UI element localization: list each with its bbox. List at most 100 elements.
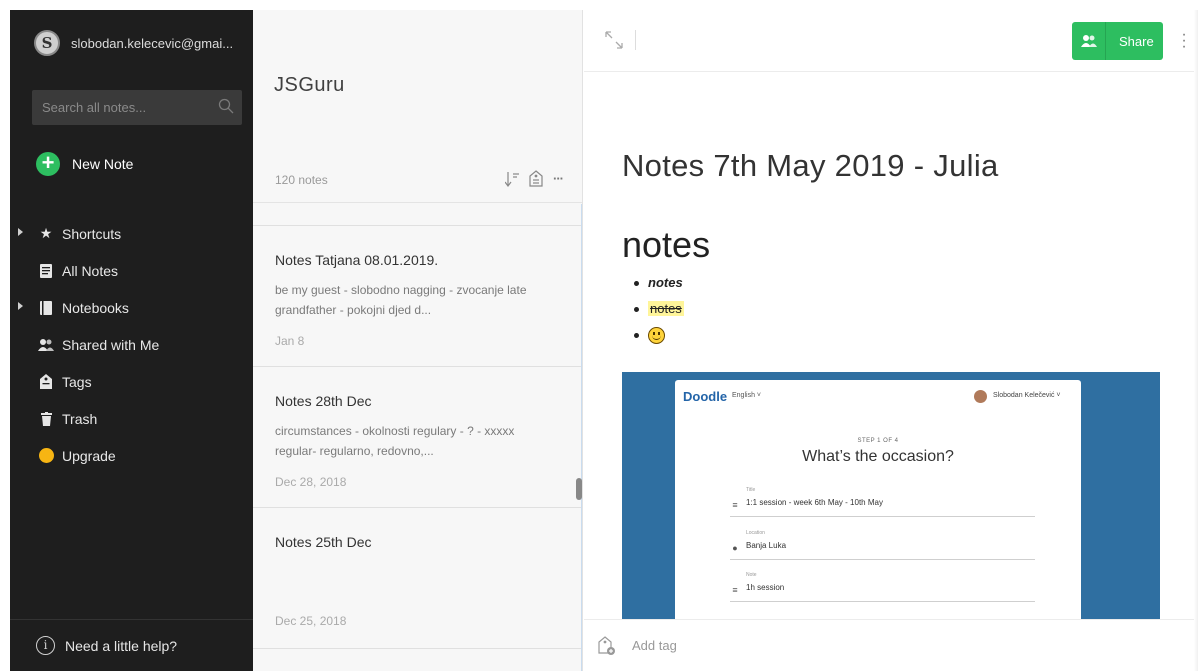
note-card-title: Notes 28th Dec xyxy=(275,393,372,409)
sort-icon[interactable] xyxy=(505,171,519,187)
account-menu[interactable]: S slobodan.kelecevic@gmai... xyxy=(34,30,233,56)
help-label: Need a little help? xyxy=(65,637,178,654)
doodle-question: What’s the occasion? xyxy=(802,448,954,465)
bullet-item[interactable]: notes xyxy=(634,298,684,324)
note-card[interactable]: Notes Tatjana 08.01.2019. be my guest - … xyxy=(253,225,581,367)
sidebar-item-all-notes[interactable]: All Notes xyxy=(10,252,253,289)
editor-edge-shadow xyxy=(1194,10,1198,671)
sidebar-item-label: Shared with Me xyxy=(62,336,160,353)
help-button[interactable]: i Need a little help? xyxy=(10,619,253,671)
search-placeholder: Search all notes... xyxy=(42,100,147,115)
doodle-note-field: ≡ Note 1h session xyxy=(730,572,1035,602)
sidebar-item-label: Tags xyxy=(62,373,92,390)
bullet-text-bold-italic: notes xyxy=(648,275,683,290)
info-icon: i xyxy=(36,636,55,655)
star-icon: ★ xyxy=(39,225,53,241)
bullet-text-strikethrough-highlight: notes xyxy=(648,301,684,316)
embedded-screenshot[interactable]: Doodle English ˅ Slobodan Kelečević ˅ ST… xyxy=(622,372,1160,619)
toolbar-divider xyxy=(635,30,636,50)
note-editor: Share · · · Notes 7th May 2019 - Julia not… xyxy=(584,10,1198,671)
note-card-date: Dec 28, 2018 xyxy=(275,475,347,489)
sidebar-nav: ★ Shortcuts All Notes Notebooks Shared w… xyxy=(10,215,253,474)
sidebar-item-label: All Notes xyxy=(62,262,119,279)
trash-icon xyxy=(38,411,54,427)
sidebar-item-shared[interactable]: Shared with Me xyxy=(10,326,253,363)
doodle-field-label: Location xyxy=(746,530,765,536)
smiley-emoji-icon xyxy=(648,327,665,344)
scrollbar-thumb[interactable] xyxy=(576,478,582,500)
doodle-location-field: ● Location Banja Luka xyxy=(730,530,1035,560)
more-options-icon[interactable]: ··· xyxy=(553,171,564,186)
doodle-field-value: 1:1 session - week 6th May - 10th May xyxy=(746,498,883,507)
note-icon xyxy=(38,263,54,279)
bullet-item[interactable]: notes xyxy=(634,272,684,298)
sidebar-item-upgrade[interactable]: Upgrade xyxy=(10,437,253,474)
note-card-date: Jan 8 xyxy=(275,334,305,348)
share-people-icon xyxy=(1072,22,1106,60)
note-card-title: Notes 25th Dec xyxy=(275,534,372,550)
list-selection-line xyxy=(581,204,582,671)
note-lines-icon: ≡ xyxy=(732,585,738,595)
share-button[interactable]: Share xyxy=(1072,22,1163,60)
sidebar-item-shortcuts[interactable]: ★ Shortcuts xyxy=(10,215,253,252)
sidebar: S slobodan.kelecevic@gmai... Search all … xyxy=(10,10,253,671)
expand-arrow-icon[interactable] xyxy=(18,302,23,310)
new-note-button[interactable]: + New Note xyxy=(36,152,133,176)
divider xyxy=(253,202,582,203)
tag-filter-icon[interactable] xyxy=(529,170,543,187)
account-avatar-icon: S xyxy=(34,30,60,56)
upgrade-icon xyxy=(38,448,54,464)
note-heading[interactable]: notes xyxy=(622,224,710,266)
more-options-icon[interactable]: ··· xyxy=(1180,27,1188,55)
expand-arrow-icon[interactable] xyxy=(18,228,23,236)
note-card-date: Dec 25, 2018 xyxy=(275,614,347,628)
notebook-title: JSGuru xyxy=(274,74,345,96)
doodle-field-value: 1h session xyxy=(746,583,785,592)
new-note-label: New Note xyxy=(72,156,134,172)
doodle-user-avatar xyxy=(974,390,987,403)
list-toolbar: ··· xyxy=(505,170,564,187)
doodle-language: English ˅ xyxy=(732,392,761,399)
doodle-logo: Doodle xyxy=(683,389,728,404)
note-card-title: Notes Tatjana 08.01.2019. xyxy=(275,252,439,268)
sidebar-item-notebooks[interactable]: Notebooks xyxy=(10,289,253,326)
note-card[interactable]: Notes 25th Dec Dec 25, 2018 xyxy=(253,507,581,649)
doodle-user-name: Slobodan Kelečević ˅ xyxy=(993,392,1061,399)
doodle-title-field: ≡ Title 1:1 session - week 6th May - 10t… xyxy=(730,487,1035,517)
tag-bar[interactable]: Add tag xyxy=(584,619,1198,671)
tag-icon xyxy=(38,374,54,390)
note-title[interactable]: Notes 7th May 2019 - Julia xyxy=(622,148,999,184)
add-tag-icon[interactable] xyxy=(598,635,616,656)
title-lines-icon: ≡ xyxy=(732,500,738,510)
note-card-snippet: circumstances - okolnosti regulary - ? -… xyxy=(275,424,515,458)
note-bullet-list[interactable]: notes notes xyxy=(634,272,684,350)
sidebar-item-label: Notebooks xyxy=(62,299,129,316)
account-email: slobodan.kelecevic@gmai... xyxy=(71,35,234,51)
sidebar-item-trash[interactable]: Trash xyxy=(10,400,253,437)
sidebar-item-label: Upgrade xyxy=(62,447,116,464)
people-icon xyxy=(38,337,54,353)
editor-toolbar: Share · · · xyxy=(584,10,1198,72)
doodle-card: Doodle English ˅ Slobodan Kelečević ˅ ST… xyxy=(675,380,1081,619)
doodle-field-value: Banja Luka xyxy=(746,541,787,550)
sidebar-item-label: Shortcuts xyxy=(62,225,122,242)
note-card-snippet: be my guest - slobodno nagging - zvocanj… xyxy=(275,283,527,317)
doodle-step: STEP 1 OF 4 xyxy=(857,438,899,444)
bullet-item[interactable] xyxy=(634,324,684,350)
share-label: Share xyxy=(1119,33,1154,49)
add-tag-placeholder: Add tag xyxy=(632,638,677,653)
note-list-panel: JSGuru 120 notes ··· Notes Tatjana 08.01… xyxy=(253,10,583,671)
note-card[interactable]: Notes 28th Dec circumstances - okolnosti… xyxy=(253,366,581,508)
search-input[interactable]: Search all notes... xyxy=(32,90,242,125)
doodle-field-label: Note xyxy=(746,572,757,578)
notes-count: 120 notes xyxy=(275,173,328,187)
expand-icon[interactable] xyxy=(604,30,624,50)
notebook-icon xyxy=(38,300,54,316)
doodle-field-label: Title xyxy=(746,487,756,493)
search-icon[interactable] xyxy=(218,98,234,114)
note-card[interactable] xyxy=(253,648,581,671)
sidebar-item-tags[interactable]: Tags xyxy=(10,363,253,400)
location-pin-icon: ● xyxy=(732,543,738,553)
plus-icon: + xyxy=(36,152,60,176)
sidebar-item-label: Trash xyxy=(62,410,98,427)
